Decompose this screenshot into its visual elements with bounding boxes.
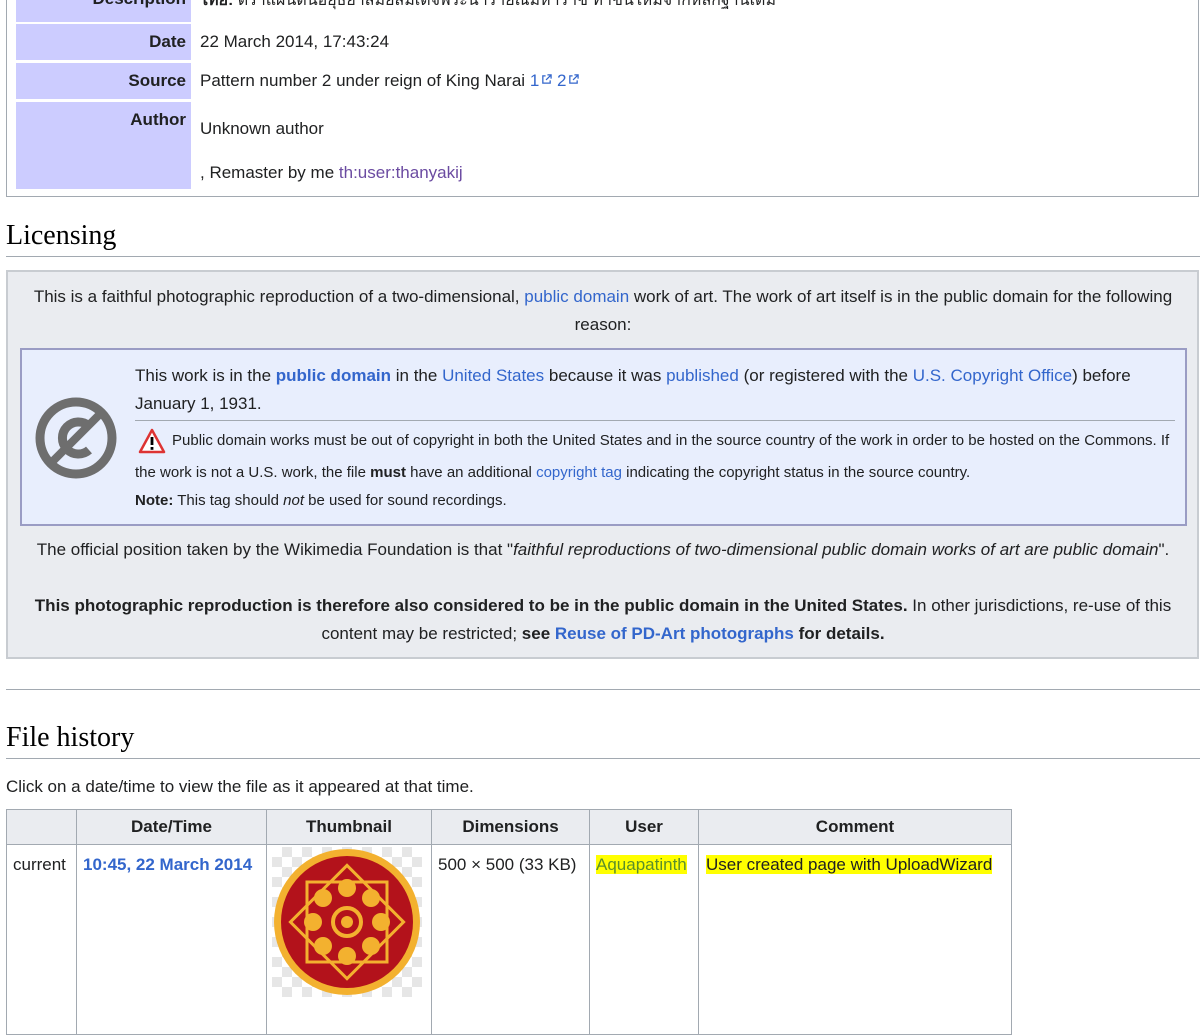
lang-prefix: ไทย: — [200, 0, 234, 9]
pd-reproduction-statement: This photographic reproduction is theref… — [34, 596, 1172, 643]
author-line-1: Unknown author — [200, 119, 324, 138]
date-value: 22 March 2014, 17:43:24 — [200, 32, 390, 51]
file-summary-table: Description ไทย: ตราแผ่นดินอยุธยาสมัยสมเ… — [6, 0, 1199, 197]
pd-warning-text: Public domain works must be out of copyr… — [135, 432, 1170, 481]
external-link-icon — [569, 74, 580, 84]
row-datetime-cell: 10:45, 22 March 2014 — [76, 844, 267, 1035]
source-text: Pattern number 2 under reign of King Nar… — [200, 71, 526, 90]
file-history-heading: File history — [6, 722, 1200, 759]
description-value: ไทย: ตราแผ่นดินอยุธยาสมัยสมเด็จพระนารายณ… — [200, 0, 776, 13]
thumbnail-image[interactable] — [272, 847, 422, 997]
file-history-table: Date/Time Thumbnail Dimensions User Comm… — [6, 809, 1012, 1035]
copyright-tag-link[interactable]: copyright tag — [536, 464, 622, 481]
row-status: current — [6, 844, 77, 1035]
datetime-link[interactable]: 10:45, 22 March 2014 — [83, 855, 252, 874]
author-label: Author — [16, 102, 191, 189]
column-header-user: User — [589, 809, 699, 845]
pd-us-statement: This work is in the public domain in the… — [135, 366, 1131, 413]
pd-art-intro: This is a faithful photographic reproduc… — [33, 287, 1173, 334]
licensing-heading: Licensing — [6, 220, 1200, 257]
public-domain-link[interactable]: public domain — [524, 287, 629, 306]
divider — [135, 420, 1175, 421]
table-header-row: Date/Time Thumbnail Dimensions User Comm… — [6, 809, 1012, 845]
column-header-datetime: Date/Time — [76, 809, 267, 845]
description-text: ตราแผ่นดินอยุธยาสมัยสมเด็จพระนารายณ์มหาร… — [237, 0, 776, 9]
user-link[interactable]: Aquapatinth — [596, 855, 687, 874]
column-header-thumbnail: Thumbnail — [266, 809, 432, 845]
section-divider — [6, 689, 1200, 690]
copyright-office-link[interactable]: U.S. Copyright Office — [913, 366, 1072, 385]
pd-us-notice-box: This work is in the public domain in the… — [20, 348, 1187, 526]
reuse-pd-art-link[interactable]: Reuse of PD-Art photographs — [555, 624, 794, 643]
date-label: Date — [16, 24, 191, 60]
source-link-1[interactable]: 1 — [530, 71, 553, 90]
author-line-2: , Remaster by me th:user:thanyakij — [200, 163, 463, 183]
row-user-cell: Aquapatinth — [589, 844, 699, 1035]
pd-note: Note: This tag should not be used for so… — [135, 492, 507, 509]
column-header-dimensions: Dimensions — [431, 809, 590, 845]
published-link[interactable]: published — [666, 366, 739, 385]
column-header-status — [6, 809, 77, 845]
ayutthaya-emblem-image — [274, 849, 420, 995]
source-value: Pattern number 2 under reign of King Nar… — [200, 71, 580, 91]
row-thumbnail-cell — [266, 844, 432, 1035]
united-states-link[interactable]: United States — [442, 366, 544, 385]
file-history-instruction: Click on a date/time to view the file as… — [6, 777, 474, 796]
author-user-link[interactable]: th:user:thanyakij — [339, 163, 463, 182]
pd-art-license-box: This is a faithful photographic reproduc… — [6, 270, 1199, 659]
public-domain-icon — [35, 397, 117, 479]
external-link-icon — [542, 74, 553, 84]
description-label: Description — [16, 0, 191, 22]
row-dimensions: 500 × 500 (33 KB) — [431, 844, 590, 1035]
author-remaster-text: , Remaster by me — [200, 163, 335, 182]
row-comment: User created page with UploadWizard — [698, 844, 1012, 1035]
pd-link[interactable]: public domain — [276, 366, 391, 385]
column-header-comment: Comment — [698, 809, 1012, 845]
wmf-official-position: The official position taken by the Wikim… — [36, 540, 1170, 559]
source-label: Source — [16, 63, 191, 99]
table-row: current 10:45, 22 March 2014 500 × 500 (… — [6, 844, 1012, 1035]
source-link-2[interactable]: 2 — [557, 71, 580, 90]
